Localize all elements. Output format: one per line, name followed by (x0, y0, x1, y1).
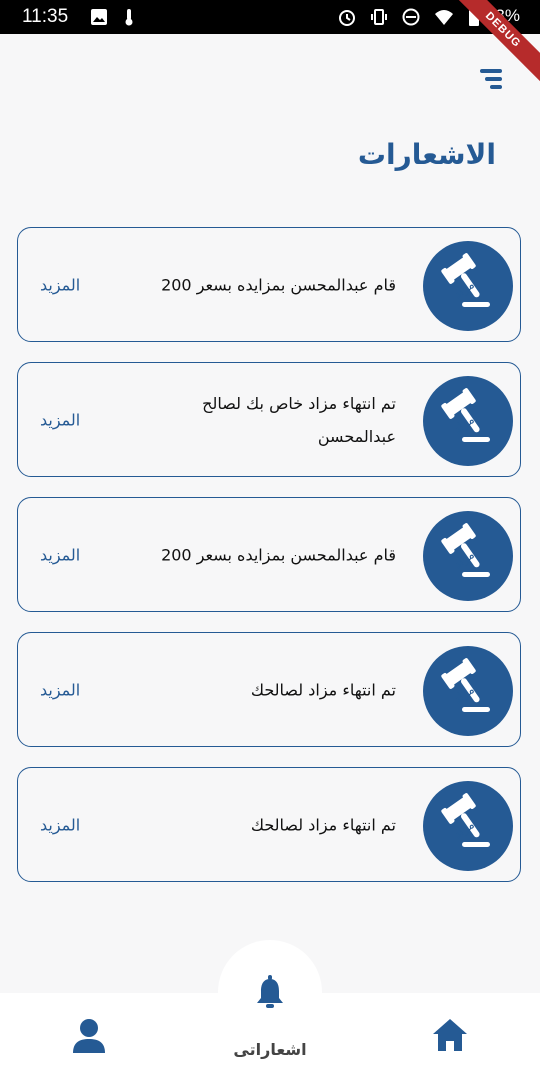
auction-gavel-icon: مزاد (423, 241, 513, 331)
menu-icon[interactable] (478, 68, 506, 90)
auction-icon-label: مزاد (451, 817, 477, 842)
profile-icon[interactable] (72, 1018, 106, 1058)
more-link[interactable]: المزيد (40, 410, 80, 429)
auction-gavel-icon: مزاد (423, 376, 513, 466)
wifi-icon (435, 10, 453, 25)
do-not-disturb-icon (402, 8, 420, 26)
bell-icon[interactable] (255, 975, 285, 1013)
notification-text: تم انتهاء مزاد لصالحك (250, 815, 396, 834)
auction-gavel-icon: مزاد (423, 646, 513, 736)
home-icon[interactable] (432, 1018, 468, 1056)
alarm-icon (339, 10, 355, 26)
auction-icon-label: مزاد (451, 547, 477, 572)
auction-icon-label: مزاد (451, 412, 477, 437)
status-right-icons (338, 8, 480, 26)
status-bar: 11:35 83% (0, 0, 540, 34)
notification-card[interactable]: مزاد قام عبدالمحسن بمزايده بسعر 200 المز… (17, 227, 521, 342)
notification-card[interactable]: مزاد تم انتهاء مزاد خاص بك لصالح عبدالمح… (17, 362, 521, 477)
more-link[interactable]: المزيد (40, 815, 80, 834)
page-title: الاشعارات (357, 138, 496, 171)
status-left-icons (90, 8, 136, 26)
auction-gavel-icon: مزاد (423, 511, 513, 601)
more-link[interactable]: المزيد (40, 680, 80, 699)
notification-card[interactable]: مزاد قام عبدالمحسن بمزايده بسعر 200 المز… (17, 497, 521, 612)
thermometer-icon (125, 9, 133, 26)
auction-icon-label: مزاد (451, 682, 477, 707)
auction-gavel-icon: مزاد (423, 781, 513, 871)
notification-text: تم انتهاء مزاد خاص بك لصالح عبدالمحسن (202, 393, 396, 446)
status-time: 11:35 (22, 6, 69, 27)
image-icon (91, 9, 107, 25)
notification-card[interactable]: مزاد تم انتهاء مزاد لصالحك المزيد (17, 767, 521, 882)
more-link[interactable]: المزيد (40, 545, 80, 564)
notification-text: تم انتهاء مزاد لصالحك (250, 680, 396, 699)
vibrate-icon (371, 9, 387, 25)
notification-list: مزاد قام عبدالمحسن بمزايده بسعر 200 المز… (17, 227, 523, 902)
auction-icon-label: مزاد (451, 277, 477, 302)
more-link[interactable]: المزيد (40, 275, 80, 294)
notification-text: قام عبدالمحسن بمزايده بسعر 200 (161, 545, 396, 564)
nav-notifications-label[interactable]: اشعاراتى (230, 1040, 310, 1059)
notification-text: قام عبدالمحسن بمزايده بسعر 200 (161, 275, 396, 294)
notification-card[interactable]: مزاد تم انتهاء مزاد لصالحك المزيد (17, 632, 521, 747)
